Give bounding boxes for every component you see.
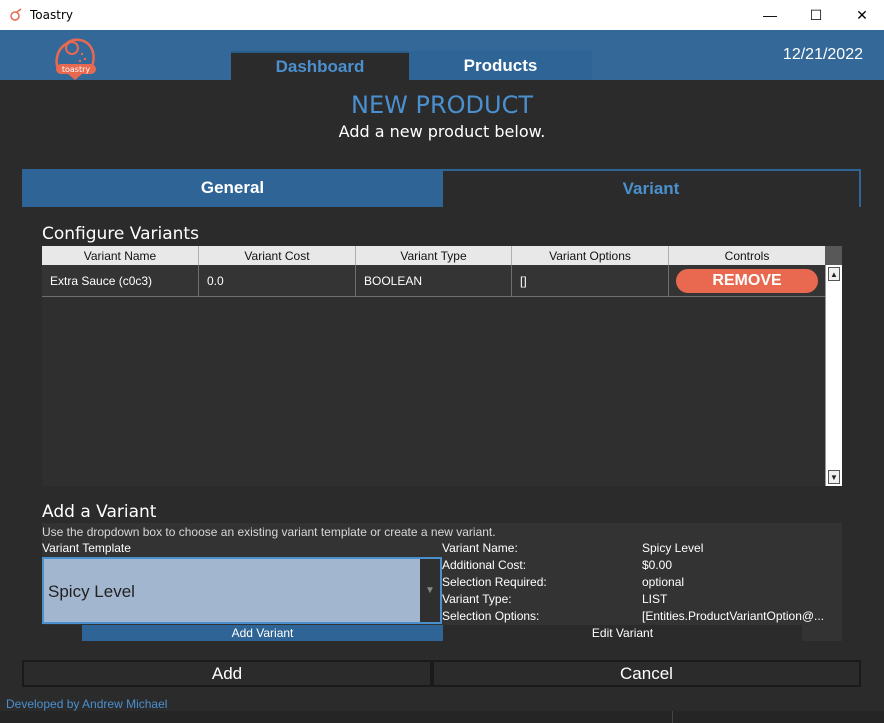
status-bar-divider: [672, 711, 673, 723]
chevron-down-icon[interactable]: ▼: [420, 559, 440, 622]
toastry-logo: toastry: [55, 38, 96, 80]
close-icon: ✕: [856, 6, 868, 23]
remove-button[interactable]: REMOVE: [676, 268, 818, 293]
info-key-variant-type: Variant Type:: [442, 592, 512, 606]
variants-table: Variant Name Variant Cost Variant Type V…: [42, 246, 842, 486]
scroll-up-icon[interactable]: ▲: [828, 267, 840, 281]
column-header-variant-cost[interactable]: Variant Cost: [199, 246, 356, 265]
add-variant-helper-text: Use the dropdown box to choose an existi…: [42, 525, 496, 539]
minimize-button[interactable]: —: [747, 0, 793, 30]
window-titlebar: Toastry — ☐ ✕: [0, 0, 884, 30]
info-key-variant-name: Variant Name:: [442, 541, 518, 555]
add-variant-heading: Add a Variant: [42, 502, 157, 522]
info-value-selection-options: [Entities.ProductVariantOption@...: [642, 609, 825, 623]
info-value-variant-name: Spicy Level: [642, 541, 704, 555]
minimize-icon: —: [763, 7, 777, 23]
column-header-controls[interactable]: Controls: [669, 246, 825, 265]
cell-variant-options: []: [512, 265, 669, 296]
cell-variant-cost: 0.0: [199, 265, 356, 296]
edit-variant-button[interactable]: Edit Variant: [443, 625, 802, 641]
header-date: 12/21/2022: [782, 46, 863, 63]
maximize-button[interactable]: ☐: [793, 0, 839, 30]
column-header-variant-options[interactable]: Variant Options: [512, 246, 669, 265]
window-title: Toastry: [30, 8, 73, 22]
toast-icon: [10, 8, 22, 21]
add-variant-button[interactable]: Add Variant: [82, 625, 443, 641]
add-variant-spacer: [42, 625, 82, 641]
status-bar: [0, 711, 884, 723]
info-key-selection-options: Selection Options:: [442, 609, 540, 623]
info-value-selection-required: optional: [642, 575, 685, 589]
configure-variants-heading: Configure Variants: [42, 224, 199, 244]
info-value-additional-cost: $0.00: [642, 558, 673, 572]
variant-template-value: Spicy Level: [48, 582, 135, 601]
cancel-button[interactable]: Cancel: [432, 660, 861, 687]
add-button[interactable]: Add: [22, 660, 432, 687]
page-title: NEW PRODUCT: [351, 91, 533, 119]
cell-variant-type: BOOLEAN: [356, 265, 512, 296]
cell-controls: REMOVE: [669, 265, 825, 296]
column-header-variant-name[interactable]: Variant Name: [42, 246, 199, 265]
tab-general[interactable]: General: [22, 169, 443, 207]
info-key-additional-cost: Additional Cost:: [442, 558, 527, 572]
column-header-variant-type[interactable]: Variant Type: [356, 246, 512, 265]
table-scrollbar[interactable]: ▲ ▼: [825, 265, 842, 486]
page-subtitle: Add a new product below.: [338, 122, 546, 141]
table-header: Variant Name Variant Cost Variant Type V…: [42, 246, 825, 265]
table-header-corner: [825, 246, 842, 265]
info-value-variant-type: LIST: [642, 592, 668, 606]
scroll-down-icon[interactable]: ▼: [828, 470, 840, 484]
info-key-selection-required: Selection Required:: [442, 575, 547, 589]
close-button[interactable]: ✕: [839, 0, 884, 30]
tab-variant[interactable]: Variant: [443, 169, 861, 207]
tab-dashboard[interactable]: Dashboard: [231, 51, 409, 80]
variant-template-label: Variant Template: [42, 541, 131, 555]
cell-variant-name: Extra Sauce (c0c3): [42, 265, 199, 296]
footer-credit: Developed by Andrew Michael: [6, 697, 168, 711]
logo-text: toastry: [62, 65, 91, 74]
table-row[interactable]: Extra Sauce (c0c3) 0.0 BOOLEAN [] REMOVE: [42, 265, 825, 297]
tab-products[interactable]: Products: [409, 51, 592, 80]
maximize-icon: ☐: [809, 6, 823, 23]
variant-template-dropdown[interactable]: Spicy Level ▼: [42, 557, 442, 624]
